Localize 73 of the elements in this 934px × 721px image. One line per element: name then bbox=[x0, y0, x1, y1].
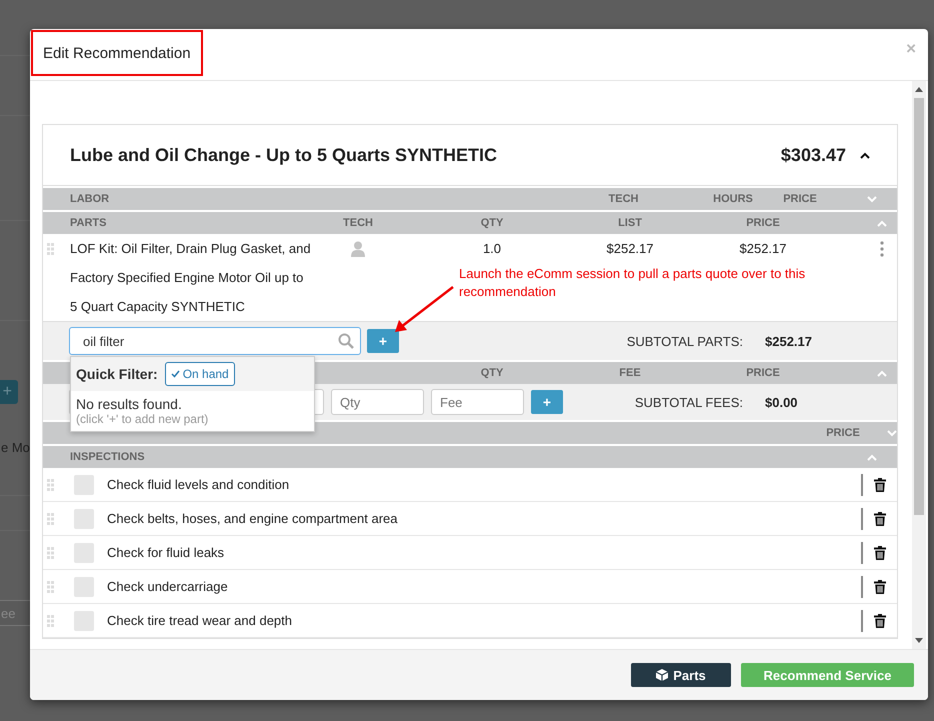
service-price: $303.47 bbox=[780, 144, 846, 166]
person-icon bbox=[351, 241, 365, 257]
add-part-button[interactable]: + bbox=[367, 329, 399, 353]
search-icon[interactable] bbox=[338, 333, 354, 349]
trash-icon[interactable] bbox=[874, 546, 886, 560]
inspection-text: Check belts, hoses, and engine compartment area bbox=[107, 511, 399, 526]
subtotal-value: $0.00 bbox=[765, 394, 799, 410]
annotation-arrow bbox=[393, 285, 455, 335]
column-header: TECH bbox=[342, 217, 374, 229]
inspection-text: Check undercarriage bbox=[107, 579, 229, 594]
inspection-text: Check fluid levels and condition bbox=[107, 477, 290, 492]
empty-hint: (click '+' to add new part) bbox=[75, 412, 210, 428]
column-header: PRICE bbox=[825, 427, 861, 439]
drag-handle-icon[interactable] bbox=[47, 615, 54, 627]
more-icon[interactable] bbox=[880, 241, 884, 257]
column-header: TECH bbox=[608, 193, 640, 205]
part-qty: 1.0 bbox=[482, 240, 502, 258]
chevron-down-icon[interactable] bbox=[867, 196, 877, 202]
empty-message: No results found. bbox=[75, 395, 183, 412]
quick-filter-label: Quick Filter: bbox=[76, 366, 158, 382]
recommend-button[interactable]: Recommend Service bbox=[741, 663, 914, 687]
trash-icon[interactable] bbox=[874, 580, 886, 594]
drag-handle-icon[interactable] bbox=[47, 581, 54, 593]
search-field[interactable]: oil filter bbox=[69, 327, 361, 355]
checkbox[interactable] bbox=[74, 610, 94, 630]
part-price: $252.17 bbox=[738, 240, 788, 258]
filter-chip[interactable]: On hand bbox=[164, 362, 235, 386]
column-header: LIST bbox=[617, 217, 643, 229]
trash-icon[interactable] bbox=[874, 614, 886, 628]
trash-icon[interactable] bbox=[874, 478, 886, 492]
subtotal-label: SUBTOTAL FEES: bbox=[634, 394, 743, 410]
service-title: Lube and Oil Change - Up to 5 Quarts SYNTHETIC bbox=[70, 144, 498, 166]
column-header: PRICE bbox=[745, 367, 781, 379]
fee-input-field[interactable]: Qty bbox=[331, 389, 424, 415]
inspection-text: Check tire tread wear and depth bbox=[107, 613, 293, 628]
scroll-down-icon[interactable] bbox=[915, 638, 923, 644]
column-header: QTY bbox=[480, 217, 504, 229]
inspection-text: Check for fluid leaks bbox=[107, 545, 226, 560]
window-title: Edit Recommendation bbox=[31, 30, 203, 76]
background-text: e Mo bbox=[1, 440, 30, 455]
scroll-up-icon[interactable] bbox=[915, 86, 923, 92]
scrollbar[interactable] bbox=[912, 81, 926, 649]
subtotal-value: $252.17 bbox=[765, 334, 813, 348]
checkbox[interactable] bbox=[74, 474, 94, 494]
chevron-up-icon[interactable] bbox=[860, 152, 870, 158]
close-button[interactable]: × bbox=[906, 39, 916, 59]
column-header: PRICE bbox=[782, 193, 818, 205]
column-header: QTY bbox=[480, 367, 504, 379]
fee-input-field[interactable]: Fee bbox=[431, 389, 524, 415]
column-header: PRICE bbox=[745, 217, 781, 229]
subtotal-label: SUBTOTAL PARTS: bbox=[626, 334, 743, 348]
column-header: HOURS bbox=[712, 193, 754, 205]
chevron-down-icon[interactable] bbox=[887, 430, 897, 436]
section-header: PARTS bbox=[70, 217, 108, 229]
check-icon bbox=[170, 370, 180, 378]
add-fee-button[interactable]: + bbox=[531, 390, 563, 414]
column-header: FEE bbox=[618, 367, 642, 379]
checkbox[interactable] bbox=[74, 576, 94, 596]
checkbox[interactable] bbox=[74, 508, 94, 528]
drag-handle-icon[interactable] bbox=[47, 513, 54, 525]
drag-handle-icon[interactable] bbox=[47, 479, 54, 491]
parts-button[interactable]: Parts bbox=[631, 663, 731, 687]
checkbox[interactable] bbox=[74, 542, 94, 562]
trash-icon[interactable] bbox=[874, 512, 886, 526]
part-name: LOF Kit: Oil Filter, Drain Plug Gasket, and Factory Specified Engine Motor Oil up to 5 Quart Capacity SYNTHETIC bbox=[70, 240, 312, 316]
part-list-price: $252.17 bbox=[606, 240, 654, 258]
background-add-button[interactable]: + bbox=[0, 380, 18, 404]
cube-icon bbox=[656, 669, 668, 681]
section-header: INSPECTIONS bbox=[70, 451, 146, 463]
annotation-text: Launch the eComm session to pull a parts quote over to this recommendation bbox=[459, 265, 806, 301]
section-header: LABOR bbox=[70, 193, 110, 205]
drag-handle-icon[interactable] bbox=[47, 243, 54, 255]
drag-handle-icon[interactable] bbox=[47, 547, 54, 559]
